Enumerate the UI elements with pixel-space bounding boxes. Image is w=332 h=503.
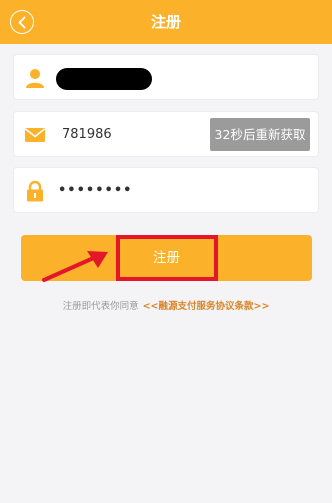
agreement-link[interactable]: <<融源支付服务协议条款>> [143, 301, 270, 312]
mail-icon [25, 128, 45, 142]
top-bar: 注册 [0, 0, 332, 44]
agreement-text: 注册即代表你同意 <<融源支付服务协议条款>> [0, 298, 332, 312]
arrow-annotation-icon [42, 251, 108, 282]
highlight-box [116, 235, 218, 281]
page-title: 注册 [150, 13, 181, 31]
lock-icon [27, 180, 43, 202]
verify-code-field[interactable]: 781986 32秒后重新获取 [13, 111, 319, 157]
password-field[interactable]: •••••••• [13, 167, 319, 213]
agreement-prefix: 注册即代表你同意 [62, 301, 139, 312]
username-field[interactable] [13, 54, 319, 100]
redacted-username [56, 68, 152, 90]
verify-code-value: 781986 [62, 127, 112, 142]
password-value: •••••••• [58, 183, 133, 198]
user-icon [26, 69, 44, 88]
resend-code-button[interactable]: 32秒后重新获取 [210, 118, 310, 151]
